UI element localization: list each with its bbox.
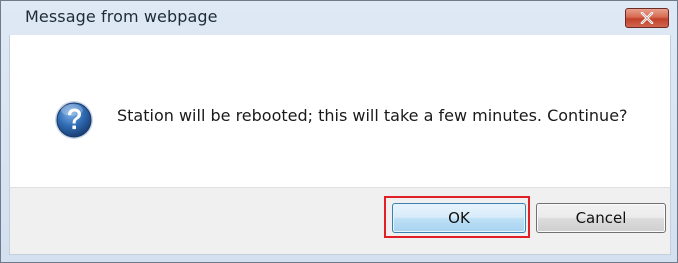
dialog-content: Station will be rebooted; this will take… [9,35,671,187]
cancel-button[interactable]: Cancel [536,203,666,233]
close-button[interactable] [625,8,669,28]
dialog-footer: OK Cancel [9,187,671,255]
dialog-title: Message from webpage [25,7,218,26]
message-dialog: Message from webpage Station will be reb… [0,0,678,263]
title-bar: Message from webpage [1,1,677,35]
question-icon [55,101,93,139]
close-icon [640,12,654,24]
dialog-message: Station will be rebooted; this will take… [117,106,628,125]
ok-button[interactable]: OK [392,203,526,233]
